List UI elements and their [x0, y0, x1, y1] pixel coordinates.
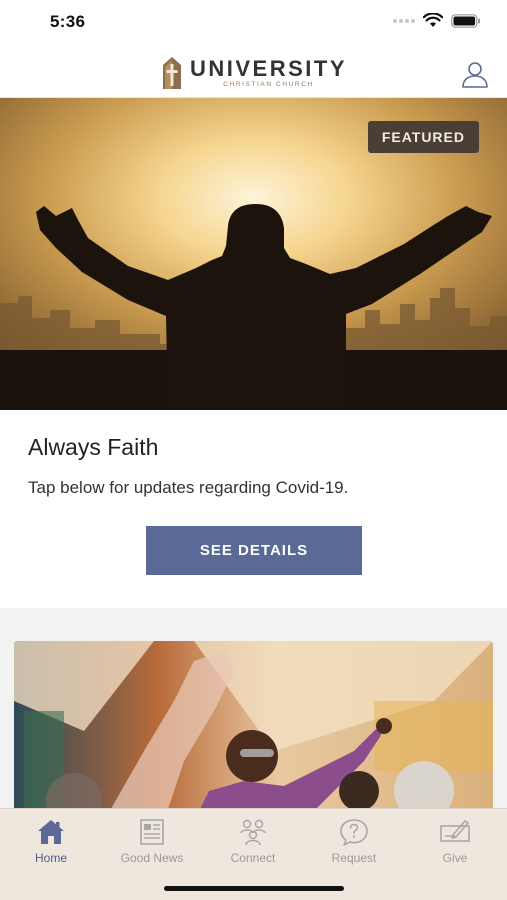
status-icons [393, 13, 481, 28]
card-description: Tap below for updates regarding Covid-19… [28, 478, 349, 497]
church-logo[interactable]: UNIVERSITY CHRISTIAN CHURCH [160, 55, 347, 91]
see-details-button[interactable]: SEE DETAILS [146, 526, 362, 575]
featured-badge: FEATURED [367, 121, 479, 153]
check-pen-icon [440, 820, 470, 842]
app-header: UNIVERSITY CHRISTIAN CHURCH [0, 46, 507, 98]
status-time: 5:36 [50, 12, 86, 31]
tab-good-news-label: Good News [120, 851, 184, 865]
worship-image [14, 641, 493, 821]
worship-card[interactable] [14, 641, 493, 821]
featured-card[interactable]: FEATURED Always Faith Tap below for upda… [0, 98, 507, 608]
newspaper-icon [140, 819, 164, 845]
status-bar: 5:36 [0, 0, 507, 46]
wifi-icon [423, 13, 443, 27]
battery-icon [451, 13, 480, 28]
card-title: Always Faith [28, 434, 159, 460]
logo-subtitle: CHRISTIAN CHURCH [223, 81, 314, 88]
logo-title: UNIVERSITY [190, 56, 348, 81]
tab-good-news[interactable]: Good News [102, 817, 202, 865]
tab-request[interactable]: Request [304, 817, 404, 865]
home-indicator[interactable] [164, 886, 344, 891]
tab-home[interactable]: Home [1, 817, 101, 865]
tab-connect-label: Connect [230, 851, 276, 865]
logo-text: UNIVERSITY CHRISTIAN CHURCH [190, 57, 347, 89]
tab-home-label: Home [34, 851, 67, 865]
home-icon [38, 820, 64, 844]
featured-hero-image: FEATURED [0, 98, 507, 410]
user-profile-icon[interactable] [461, 60, 489, 88]
tab-connect[interactable]: Connect [203, 817, 303, 865]
tab-give[interactable]: Give [405, 817, 505, 865]
question-bubble-icon [340, 819, 368, 846]
people-icon [240, 819, 266, 846]
tab-give-label: Give [442, 851, 468, 865]
logo-mark-icon [163, 57, 181, 89]
tab-request-label: Request [331, 851, 377, 865]
signal-dots-icon [393, 18, 415, 23]
